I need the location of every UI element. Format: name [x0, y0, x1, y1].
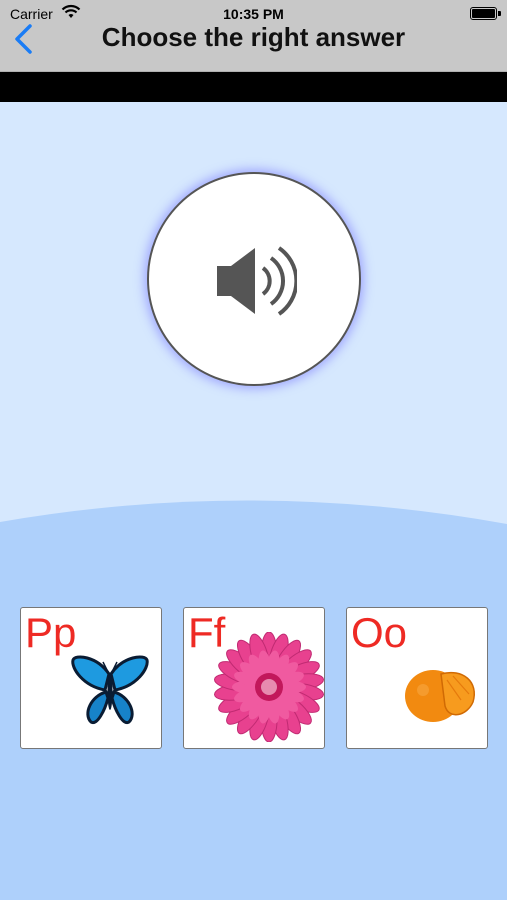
status-time: 10:35 PM	[223, 6, 284, 22]
answer-letters: Pp	[25, 609, 77, 656]
navigation-bar: Carrier 10:35 PM Choose the right answer	[0, 0, 507, 72]
orange-icon	[405, 670, 475, 722]
play-sound-button[interactable]	[147, 172, 361, 386]
answer-letters: Oo	[351, 609, 408, 656]
answer-card-flower[interactable]: Ff	[183, 607, 325, 749]
divider-band	[0, 72, 507, 102]
speaker-volume-icon	[217, 246, 297, 316]
answer-card-orange[interactable]: Oo	[346, 607, 488, 749]
answer-card-butterfly[interactable]: Pp	[20, 607, 162, 749]
butterfly-icon	[71, 655, 149, 725]
page-title: Choose the right answer	[101, 22, 406, 52]
battery-icon	[470, 7, 501, 20]
flower-icon	[214, 632, 324, 742]
